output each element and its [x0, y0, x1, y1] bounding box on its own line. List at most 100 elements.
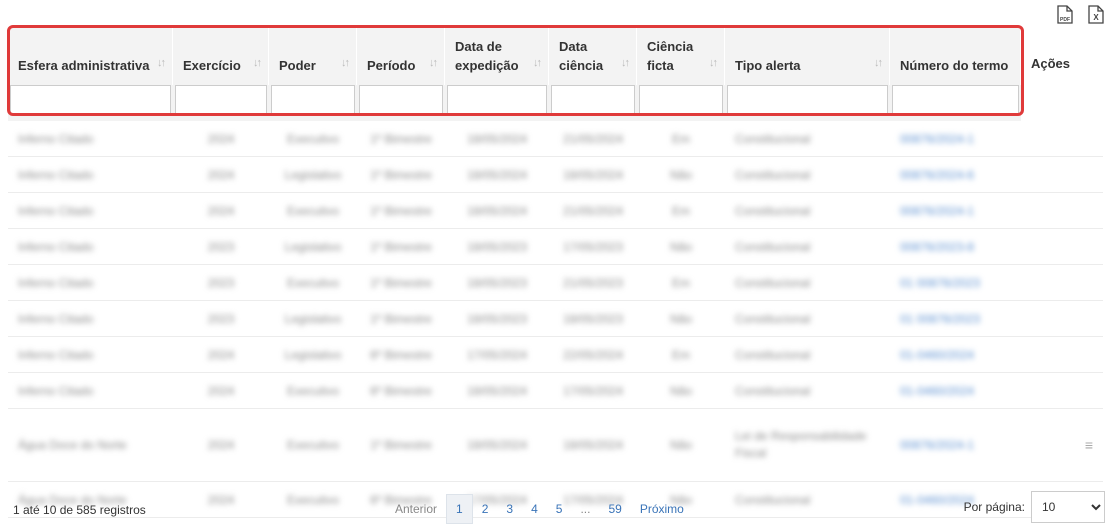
- page-button[interactable]: 1: [446, 494, 473, 524]
- cell-value: Inferno Citado: [18, 311, 94, 326]
- cell-value: Inferno Citado: [18, 383, 94, 398]
- table-cell: 2024: [173, 157, 269, 193]
- sort-icon[interactable]: ↓↑: [341, 54, 350, 73]
- table-row[interactable]: Inferno Citado 2023 Legislativo 1º Bimestre…: [8, 229, 1103, 265]
- column-header[interactable]: Data de expedição ↓↑: [445, 27, 549, 85]
- cell-value: 18/05/2023: [466, 275, 528, 290]
- column-filter-input[interactable]: [359, 85, 443, 115]
- table-cell: Em: [637, 121, 725, 157]
- table-cell: 17/05/2024: [549, 373, 637, 409]
- table-cell: Inferno Citado: [8, 337, 173, 373]
- column-header-label: Data ciência: [559, 39, 604, 73]
- table-row[interactable]: Inferno Citado 2023 Executivo 1º Bimestre 18…: [8, 265, 1103, 301]
- termo-link[interactable]: 01 00876/2023: [900, 276, 980, 290]
- xls-label: X: [1093, 13, 1099, 22]
- column-header[interactable]: Tipo alerta ↓↑: [725, 27, 890, 85]
- sort-icon[interactable]: ↓↑: [253, 54, 262, 73]
- cell-value: 18/05/2024: [466, 437, 528, 452]
- cell-value: 1º Bimestre: [370, 311, 432, 326]
- cell-value: 1º Bimestre: [370, 239, 432, 254]
- column-header[interactable]: Período ↓↑: [357, 27, 445, 85]
- sort-icon[interactable]: ↓↑: [621, 54, 630, 73]
- table-cell: Inferno Citado: [8, 301, 173, 337]
- column-header[interactable]: Poder ↓↑: [269, 27, 357, 85]
- sort-icon[interactable]: ↓↑: [157, 54, 166, 73]
- cell-value: Não: [669, 383, 692, 398]
- column-filter-input[interactable]: [727, 85, 888, 115]
- termo-link[interactable]: 00876/2024-1: [900, 132, 974, 146]
- row-actions-menu-icon: [1021, 373, 1103, 409]
- column-filter-input[interactable]: [892, 85, 1019, 115]
- termo-link[interactable]: 00876/2023-8: [900, 240, 974, 254]
- cell-value: 18/05/2024: [562, 437, 624, 452]
- sort-icon[interactable]: ↓↑: [874, 54, 883, 73]
- page-button[interactable]: 4: [522, 494, 547, 524]
- cell-value: 6º Bimestre: [370, 383, 432, 398]
- column-header[interactable]: Data ciência ↓↑: [549, 27, 637, 85]
- cell-value: 1º Bimestre: [370, 167, 432, 182]
- column-filter-input[interactable]: [551, 85, 635, 115]
- column-filter-input[interactable]: [639, 85, 723, 115]
- sort-icon[interactable]: ↓↑: [429, 54, 438, 73]
- termo-link[interactable]: 01-0460/2024: [900, 348, 974, 362]
- table-row[interactable]: Inferno Citado 2024 Legislativo 6º Bimestre…: [8, 337, 1103, 373]
- table-row[interactable]: Inferno Citado 2024 Legislativo 1º Bimestre…: [8, 157, 1103, 193]
- cell-value: 17/05/2023: [562, 239, 624, 254]
- table-row[interactable]: Inferno Citado 2024 Executivo 1º Bimestre 18…: [8, 121, 1103, 157]
- table-cell: Constitucional: [725, 265, 890, 301]
- row-actions-menu-icon[interactable]: ≡: [1021, 409, 1103, 482]
- cell-value: Constitucional: [735, 275, 811, 290]
- table-cell: Inferno Citado: [8, 121, 173, 157]
- row-actions-menu-icon: [1021, 337, 1103, 373]
- termo-link[interactable]: 00876/2024-6: [900, 168, 974, 182]
- cell-value: Constitucional: [735, 167, 811, 182]
- table-row[interactable]: Água Doce do Norte 2024 Executivo 1º Bimest…: [8, 409, 1103, 482]
- table-cell: 2024: [173, 373, 269, 409]
- column-filter-input[interactable]: [447, 85, 547, 115]
- page-button[interactable]: 5: [547, 494, 572, 524]
- column-header[interactable]: Exercício ↓↑: [173, 27, 269, 85]
- termo-link[interactable]: 01 00876/2023: [900, 312, 980, 326]
- cell-value: Inferno Citado: [18, 347, 94, 362]
- filter-cell: [890, 85, 1021, 121]
- next-page-button[interactable]: Próximo: [631, 494, 693, 524]
- table-cell: Executivo: [269, 373, 357, 409]
- filter-cell: [445, 85, 549, 121]
- cell-value: Em: [672, 347, 690, 362]
- page-button[interactable]: 59: [599, 494, 630, 524]
- table-cell: 00876/2023-8: [890, 229, 1021, 265]
- page-button[interactable]: 3: [497, 494, 522, 524]
- prev-page-button[interactable]: Anterior: [386, 494, 446, 524]
- table-row[interactable]: Inferno Citado 2023 Legislativo 1º Bimestre…: [8, 301, 1103, 337]
- table-cell: 00876/2024-1: [890, 409, 1021, 482]
- table-cell: 21/05/2024: [549, 121, 637, 157]
- table-cell: Executivo: [269, 121, 357, 157]
- page-button[interactable]: 2: [473, 494, 498, 524]
- column-filter-input[interactable]: [271, 85, 355, 115]
- table-row[interactable]: Inferno Citado 2024 Executivo 6º Bimestre 18…: [8, 373, 1103, 409]
- termo-link[interactable]: 01-0460/2024: [900, 384, 974, 398]
- table-cell: Constitucional: [725, 121, 890, 157]
- per-page-label: Por página:: [963, 500, 1025, 514]
- table-cell: 1º Bimestre: [357, 301, 445, 337]
- column-header[interactable]: Esfera administrativa ↓↑: [8, 27, 173, 85]
- cell-value: Em: [672, 203, 690, 218]
- sort-icon[interactable]: ↓↑: [533, 54, 542, 73]
- termo-link[interactable]: 00876/2024-1: [900, 204, 974, 218]
- excel-export-icon[interactable]: X: [1088, 5, 1104, 24]
- termo-link[interactable]: 00876/2024-1: [900, 438, 974, 452]
- table-cell: 2023: [173, 265, 269, 301]
- sort-icon[interactable]: ↓↑: [709, 54, 718, 73]
- filter-cell: [357, 85, 445, 121]
- table-row[interactable]: Inferno Citado 2024 Executivo 1º Bimestre 18…: [8, 193, 1103, 229]
- column-filter-input[interactable]: [10, 85, 171, 115]
- column-filter-input[interactable]: [175, 85, 267, 115]
- pdf-export-icon[interactable]: PDF: [1057, 5, 1073, 24]
- cell-value: 1º Bimestre: [370, 131, 432, 146]
- row-actions-menu-icon: [1021, 193, 1103, 229]
- table-cell: 18/05/2023: [445, 229, 549, 265]
- per-page-select[interactable]: 10: [1031, 491, 1105, 523]
- column-header[interactable]: Ciência ficta ↓↑: [637, 27, 725, 85]
- cell-value: Legislativo: [284, 347, 342, 362]
- cell-value: 18/05/2024: [466, 383, 528, 398]
